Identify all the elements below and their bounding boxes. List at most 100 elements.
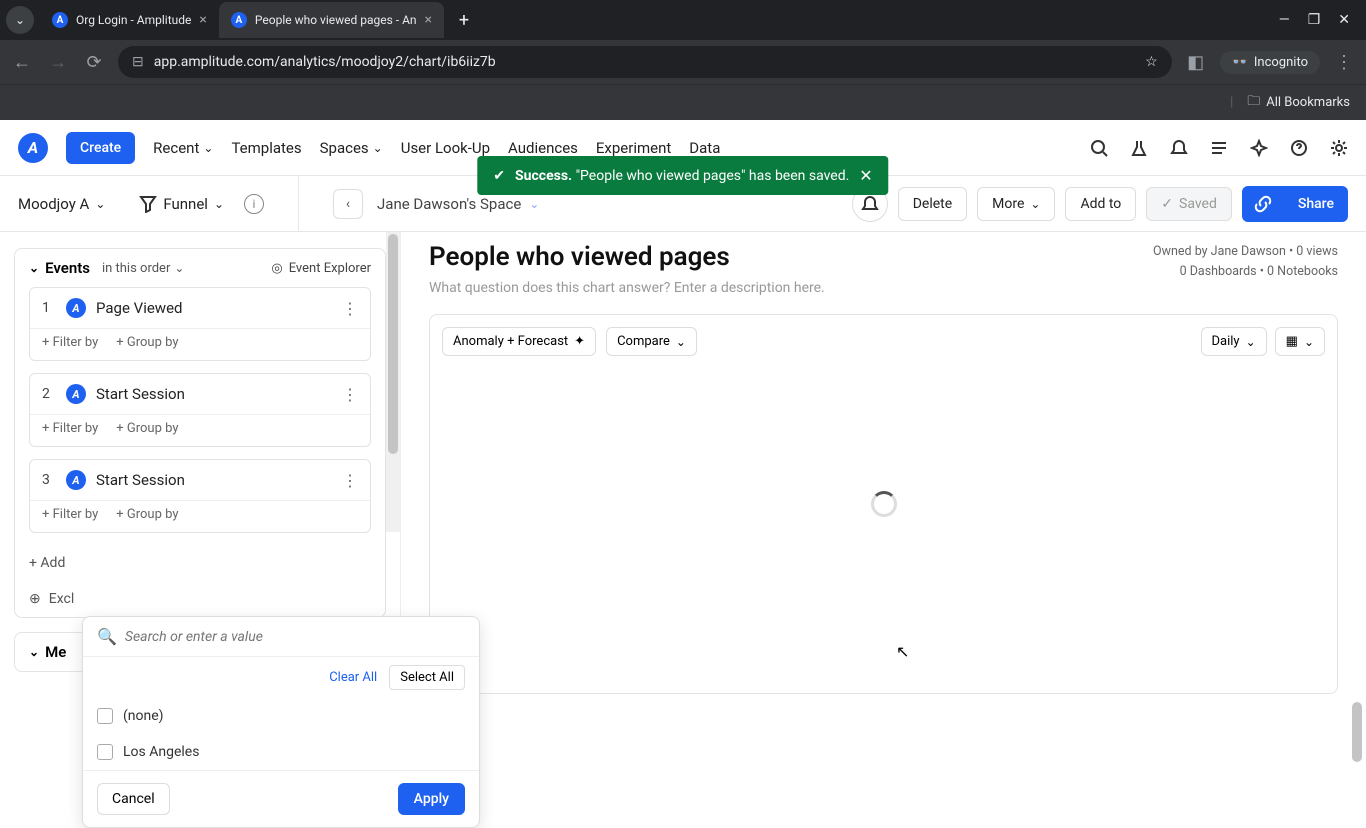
- apply-button[interactable]: Apply: [398, 783, 465, 815]
- incognito-indicator[interactable]: 👓 Incognito: [1220, 51, 1320, 74]
- maximize-icon[interactable]: ❐: [1308, 12, 1321, 28]
- amplitude-logo[interactable]: A: [18, 133, 48, 163]
- event-row-3: 3 A Start Session ⋮ + Filter by + Group …: [29, 459, 371, 533]
- clear-all-button[interactable]: Clear All: [329, 670, 377, 685]
- space-breadcrumb[interactable]: Jane Dawson's Space⌄: [377, 195, 539, 213]
- event-explorer-button[interactable]: ◎Event Explorer: [271, 261, 371, 276]
- event-name[interactable]: Page Viewed: [96, 299, 182, 317]
- all-bookmarks-button[interactable]: 🗀 All Bookmarks: [1247, 92, 1350, 114]
- events-panel-toggle[interactable]: ⌄Events: [29, 259, 90, 277]
- event-name[interactable]: Start Session: [96, 385, 185, 403]
- filter-option-none[interactable]: (none): [83, 698, 479, 734]
- search-icon[interactable]: [1090, 139, 1108, 157]
- nav-audiences[interactable]: Audiences: [508, 139, 578, 157]
- compare-button[interactable]: Compare⌄: [606, 327, 697, 356]
- nav-templates[interactable]: Templates: [231, 139, 301, 157]
- select-all-button[interactable]: Select All: [389, 665, 465, 690]
- toast-close-icon[interactable]: ✕: [859, 166, 872, 185]
- checkbox-icon[interactable]: [97, 708, 113, 724]
- more-button[interactable]: More⌄: [977, 187, 1055, 221]
- measure-panel-toggle[interactable]: ⌄Me: [29, 643, 66, 661]
- create-button[interactable]: Create: [66, 132, 135, 164]
- nav-experiment[interactable]: Experiment: [596, 139, 671, 157]
- bell-icon[interactable]: [1170, 139, 1188, 157]
- tab-search-button[interactable]: ⌄: [6, 6, 34, 34]
- all-bookmarks-label: All Bookmarks: [1266, 95, 1350, 110]
- calendar-icon: ▦: [1286, 334, 1298, 349]
- browser-tab-0[interactable]: A Org Login - Amplitude ×: [40, 2, 219, 38]
- copy-link-button[interactable]: [1242, 186, 1284, 222]
- close-tab-icon[interactable]: ×: [199, 12, 206, 28]
- nav-spaces[interactable]: Spaces⌄: [320, 139, 383, 157]
- nav-forward-icon: →: [46, 52, 70, 73]
- divider: [298, 176, 299, 232]
- delete-button[interactable]: Delete: [898, 187, 967, 221]
- add-group-button[interactable]: + Group by: [116, 421, 178, 436]
- check-icon: ✓: [1161, 196, 1173, 212]
- add-filter-button[interactable]: + Filter by: [42, 507, 98, 522]
- date-range-picker[interactable]: ▦⌄: [1275, 327, 1325, 356]
- chevron-down-icon: ⌄: [1030, 197, 1040, 211]
- nav-back-icon[interactable]: ←: [10, 52, 34, 73]
- anomaly-forecast-button[interactable]: Anomaly + Forecast✦: [442, 327, 596, 356]
- bookmark-star-icon[interactable]: ☆: [1145, 54, 1158, 70]
- chart-type-picker[interactable]: Funnel ⌄: [139, 195, 224, 213]
- dashboards-line: 0 Dashboards • 0 Notebooks: [1153, 262, 1338, 282]
- close-window-icon[interactable]: ✕: [1338, 12, 1350, 28]
- nav-data[interactable]: Data: [689, 139, 720, 157]
- add-group-button[interactable]: + Group by: [116, 335, 178, 350]
- add-event-button[interactable]: + Add: [15, 545, 385, 581]
- left-sidebar: ⌄Events in this order⌄ ◎Event Explorer 1…: [0, 232, 400, 768]
- nav-userlookup[interactable]: User Look-Up: [401, 139, 490, 157]
- amplitude-favicon: A: [52, 12, 68, 28]
- chevron-down-icon: ⌄: [29, 645, 39, 659]
- add-filter-button[interactable]: + Filter by: [42, 421, 98, 436]
- browser-tab-1[interactable]: A People who viewed pages - An ×: [219, 2, 444, 38]
- site-info-icon[interactable]: ⊟: [132, 54, 144, 70]
- filter-search-input[interactable]: [125, 629, 465, 645]
- owner-line: Owned by Jane Dawson • 0 views: [1153, 242, 1338, 262]
- incognito-icon: 👓: [1232, 55, 1248, 70]
- minimize-icon[interactable]: ―: [1279, 12, 1290, 28]
- event-step-number: 1: [42, 300, 56, 316]
- gear-icon[interactable]: [1330, 139, 1348, 157]
- cancel-button[interactable]: Cancel: [97, 783, 170, 815]
- sparkle-icon: ✦: [574, 334, 585, 349]
- side-panel-icon[interactable]: ◧: [1184, 52, 1208, 73]
- beaker-icon[interactable]: [1130, 139, 1148, 157]
- reload-icon[interactable]: ⟳: [82, 52, 106, 73]
- help-icon[interactable]: [1290, 139, 1308, 157]
- checkbox-icon[interactable]: [97, 744, 113, 760]
- chevron-down-icon: ⌄: [174, 261, 184, 275]
- events-order-picker[interactable]: in this order⌄: [102, 261, 184, 276]
- event-menu-icon[interactable]: ⋮: [342, 299, 358, 318]
- amplitude-event-icon: A: [66, 470, 86, 490]
- workspace-picker[interactable]: Moodjoy A⌄: [18, 195, 105, 213]
- chart-description-input[interactable]: What question does this chart answer? En…: [429, 280, 1338, 296]
- saved-button: ✓Saved: [1146, 187, 1232, 221]
- event-name[interactable]: Start Session: [96, 471, 185, 489]
- info-icon[interactable]: i: [244, 194, 264, 214]
- close-tab-icon[interactable]: ×: [425, 12, 432, 28]
- space-back-button[interactable]: ‹: [333, 189, 363, 219]
- queue-icon[interactable]: [1210, 139, 1228, 157]
- url-text: app.amplitude.com/analytics/moodjoy2/cha…: [154, 54, 496, 70]
- add-to-button[interactable]: Add to: [1065, 187, 1136, 221]
- check-circle-icon: ✔: [493, 168, 505, 184]
- main-scrollbar[interactable]: [1350, 232, 1364, 768]
- share-button[interactable]: Share: [1284, 186, 1348, 222]
- filter-option-los-angeles[interactable]: Los Angeles: [83, 734, 479, 770]
- event-menu-icon[interactable]: ⋮: [342, 385, 358, 404]
- new-tab-button[interactable]: +: [450, 6, 478, 34]
- add-group-button[interactable]: + Group by: [116, 507, 178, 522]
- browser-menu-icon[interactable]: ⋮: [1332, 52, 1356, 73]
- address-bar[interactable]: ⊟ app.amplitude.com/analytics/moodjoy2/c…: [118, 46, 1172, 78]
- exclude-events-button[interactable]: ⊕Excl: [15, 581, 385, 617]
- nav-recent[interactable]: Recent⌄: [153, 139, 213, 157]
- add-filter-button[interactable]: + Filter by: [42, 335, 98, 350]
- sparkle-icon[interactable]: [1250, 139, 1268, 157]
- event-menu-icon[interactable]: ⋮: [342, 471, 358, 490]
- interval-picker[interactable]: Daily⌄: [1201, 327, 1267, 356]
- sidebar-scrollbar[interactable]: [386, 232, 400, 532]
- main-content: Owned by Jane Dawson • 0 views 0 Dashboa…: [400, 232, 1366, 768]
